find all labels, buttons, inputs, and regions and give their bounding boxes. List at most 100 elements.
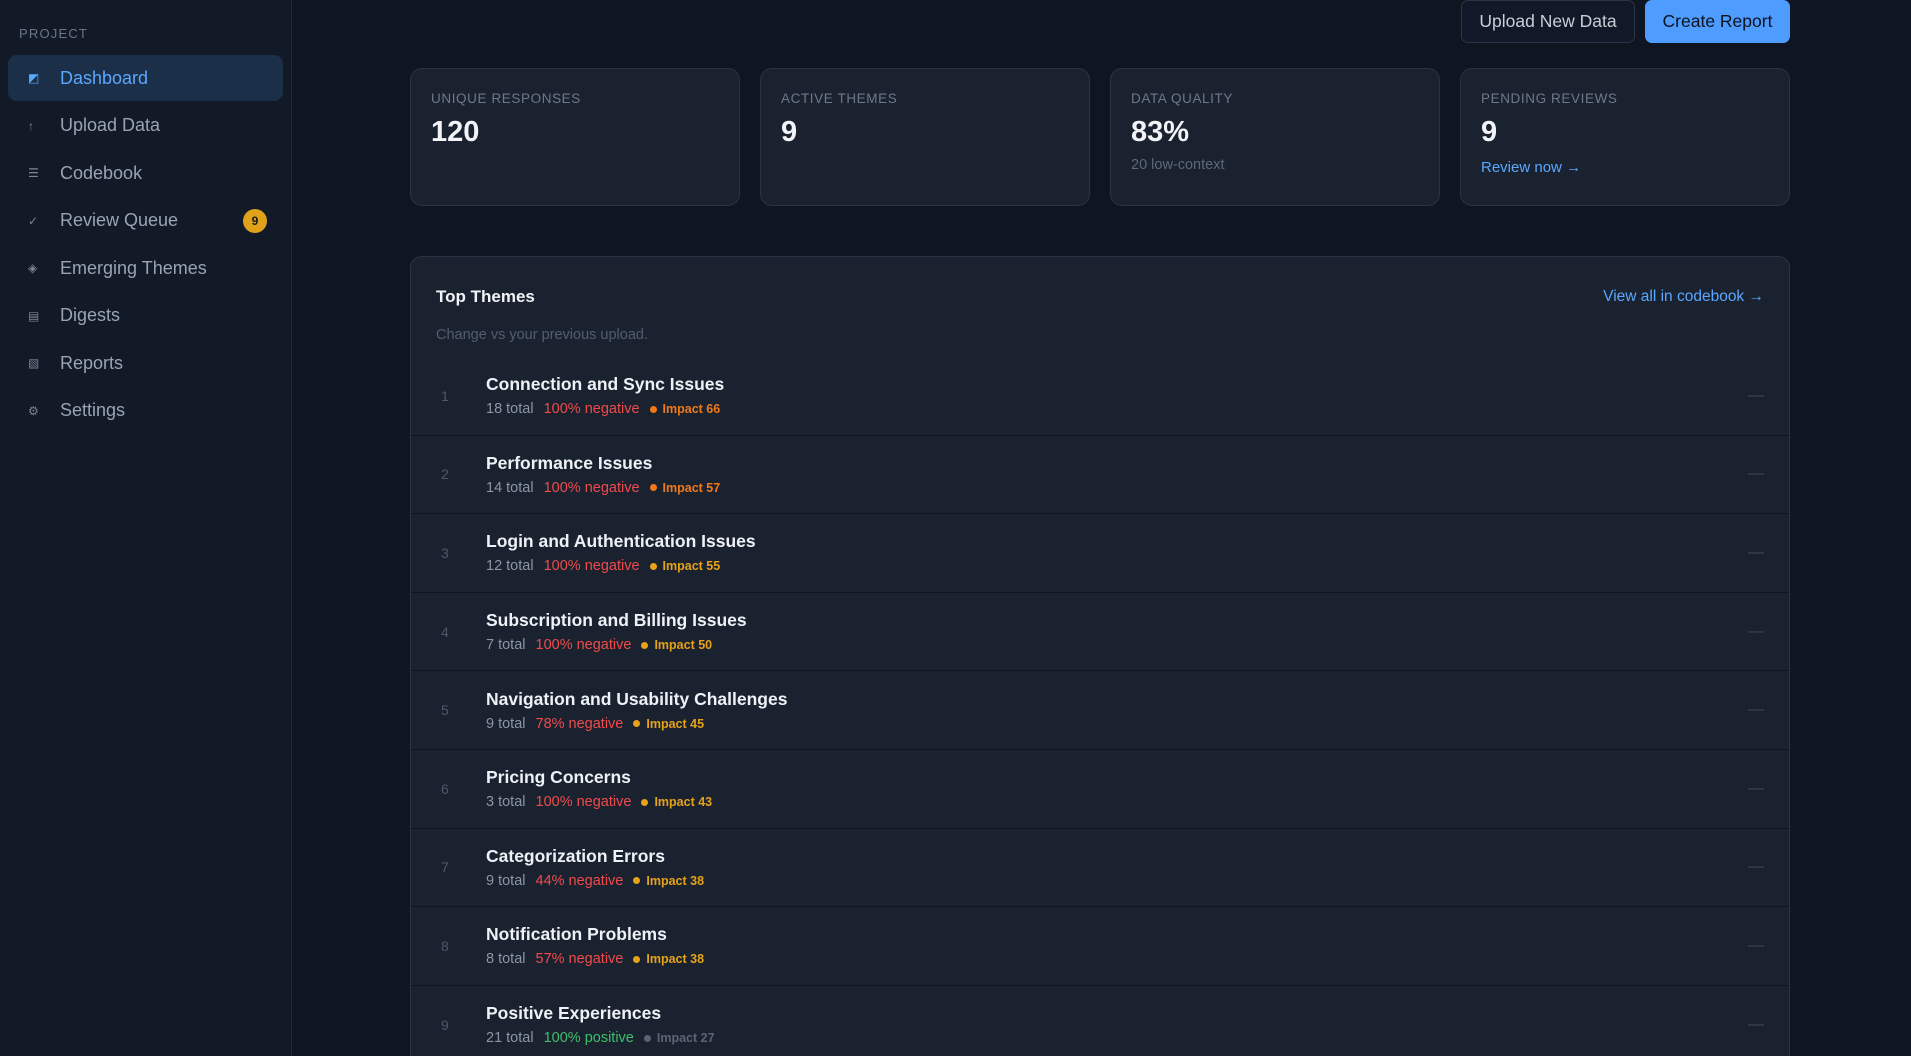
theme-row[interactable]: 3 Login and Authentication Issues 12 total…: [411, 514, 1789, 593]
theme-body: Notification Problems 8 total 57% negative…: [486, 924, 1748, 967]
impact-dot-icon: [633, 720, 641, 728]
theme-sentiment: 44% negative: [535, 872, 624, 889]
theme-name: Performance Issues: [486, 452, 653, 473]
impact-badge: Impact 50: [641, 638, 712, 652]
view-all-codebook-link[interactable]: View all in codebook →: [1603, 288, 1764, 306]
theme-row[interactable]: 9 Positive Experiences 21 total 100% positi…: [411, 986, 1789, 1056]
theme-sentiment: 100% positive: [543, 1030, 634, 1047]
impact-label: Impact 55: [662, 559, 721, 574]
theme-body: Subscription and Billing Issues 7 total 10…: [486, 610, 1748, 653]
sidebar-item-label: Digests: [60, 305, 121, 325]
impact-label: Impact 43: [654, 795, 713, 810]
theme-rank: 6: [441, 780, 449, 797]
impact-label: Impact 38: [646, 952, 705, 967]
theme-sentiment: 100% negative: [535, 637, 632, 654]
upload-new-data-button[interactable]: Upload New Data: [1461, 0, 1635, 43]
top-themes-panel: Top Themes View all in codebook → Change…: [410, 256, 1790, 1056]
trend-indicator: —: [1748, 543, 1764, 561]
sidebar-item-label: Dashboard: [60, 67, 149, 88]
stat-label: UNIQUE RESPONSES: [431, 91, 581, 106]
impact-label: Impact 50: [654, 638, 713, 653]
impact-dot-icon: [633, 877, 641, 885]
impact-badge: Impact 38: [633, 952, 704, 966]
impact-badge: Impact 27: [643, 1031, 715, 1045]
sidebar-item-settings[interactable]: ⚙ Settings: [8, 388, 283, 434]
theme-sentiment: 100% negative: [535, 794, 632, 811]
themes-subtitle: Change vs your previous upload.: [436, 327, 648, 343]
impact-label: Impact 38: [646, 873, 705, 888]
theme-meta: 8 total 57% negative Impact 38: [486, 951, 1748, 967]
theme-body: Performance Issues 14 total 100% negative I…: [486, 453, 1748, 496]
review-now-link[interactable]: Review now →: [1481, 159, 1581, 176]
theme-name: Categorization Errors: [486, 845, 665, 866]
theme-meta: 21 total 100% positive Impact 27: [486, 1030, 1748, 1046]
sidebar-item-review-queue[interactable]: ✓ Review Queue 9: [8, 198, 283, 244]
gear-icon: ⚙: [28, 403, 39, 418]
sidebar-item-label: Codebook: [60, 162, 143, 183]
list-icon: ☰: [28, 166, 39, 180]
stat-subtext: 20 low-context: [1131, 157, 1225, 173]
theme-row[interactable]: 6 Pricing Concerns 3 total 100% negative Imp…: [411, 750, 1789, 829]
diamond-icon: ◈: [28, 261, 38, 275]
impact-dot-icon: [649, 405, 657, 413]
upload-icon: ↑: [28, 118, 34, 133]
impact-badge: Impact 55: [649, 559, 721, 574]
theme-row[interactable]: 7 Categorization Errors 9 total 44% negativ…: [411, 829, 1789, 908]
toolbar: Upload New Data Create Report: [1461, 0, 1790, 43]
sidebar-item-label: Reports: [60, 352, 124, 373]
theme-row[interactable]: 4 Subscription and Billing Issues 7 total 1…: [411, 593, 1789, 672]
digest-icon: ▤: [28, 308, 40, 323]
impact-dot-icon: [641, 798, 649, 806]
theme-name: Connection and Sync Issues: [486, 374, 725, 395]
theme-name: Navigation and Usability Challenges: [486, 688, 788, 709]
theme-name: Positive Experiences: [486, 1003, 662, 1024]
theme-rank: 2: [441, 466, 449, 483]
stat-label: PENDING REVIEWS: [1481, 91, 1618, 106]
theme-row[interactable]: 5 Navigation and Usability Challenges 9 to…: [411, 671, 1789, 750]
theme-meta: 12 total 100% negative Impact 55: [486, 558, 1748, 574]
theme-row[interactable]: 2 Performance Issues 14 total 100% negative…: [411, 436, 1789, 515]
impact-badge: Impact 66: [649, 402, 721, 417]
theme-rank: 9: [441, 1016, 449, 1033]
sidebar: PROJECT ◩ Dashboard ↑ Upload Data ☰ Codebook ✓…: [0, 0, 292, 1056]
theme-row[interactable]: 1 Connection and Sync Issues 18 total 100% …: [411, 357, 1789, 436]
theme-name: Subscription and Billing Issues: [486, 610, 747, 631]
impact-dot-icon: [641, 641, 649, 649]
dashboard-icon: ◩: [28, 71, 40, 85]
stat-value: 83%: [1131, 116, 1190, 148]
theme-total: 18 total: [486, 401, 534, 418]
theme-rank: 4: [441, 623, 449, 640]
sidebar-item-codebook[interactable]: ☰ Codebook: [8, 150, 283, 196]
theme-name: Pricing Concerns: [486, 767, 631, 788]
sidebar-item-digests[interactable]: ▤ Digests: [8, 293, 283, 339]
trend-indicator: —: [1748, 465, 1764, 483]
sidebar-item-emerging-themes[interactable]: ◈ Emerging Themes: [8, 245, 283, 291]
impact-badge: Impact 38: [633, 874, 704, 888]
impact-badge: Impact 57: [649, 481, 720, 495]
trend-indicator: —: [1748, 858, 1764, 876]
impact-label: Impact 66: [662, 402, 721, 417]
theme-rank: 8: [441, 937, 449, 954]
impact-dot-icon: [633, 955, 641, 963]
theme-rank: 1: [441, 387, 449, 404]
create-report-button[interactable]: Create Report: [1645, 0, 1790, 43]
theme-total: 14 total: [486, 479, 534, 496]
theme-row[interactable]: 8 Notification Problems 8 total 57% negativ…: [411, 907, 1789, 986]
sidebar-item-reports[interactable]: ▧ Reports: [8, 340, 283, 386]
theme-name: Notification Problems: [486, 924, 667, 945]
theme-total: 7 total: [486, 637, 526, 654]
theme-total: 12 total: [486, 558, 534, 575]
stat-card-pending-reviews: PENDING REVIEWS 9 Review now →: [1460, 68, 1790, 206]
theme-rank: 5: [441, 702, 449, 719]
theme-rank: 3: [441, 544, 449, 561]
sidebar-item-dashboard[interactable]: ◩ Dashboard: [8, 55, 283, 101]
theme-sentiment: 100% negative: [543, 558, 640, 575]
impact-dot-icon: [643, 1034, 651, 1042]
report-icon: ▧: [28, 356, 40, 370]
theme-body: Login and Authentication Issues 12 total 1…: [486, 531, 1748, 574]
sidebar-item-upload-data[interactable]: ↑ Upload Data: [8, 103, 283, 149]
sidebar-nav: ◩ Dashboard ↑ Upload Data ☰ Codebook ✓ Review Q…: [8, 55, 283, 434]
trend-indicator: —: [1748, 386, 1764, 404]
theme-sentiment: 100% negative: [543, 401, 640, 418]
theme-total: 3 total: [486, 794, 526, 811]
